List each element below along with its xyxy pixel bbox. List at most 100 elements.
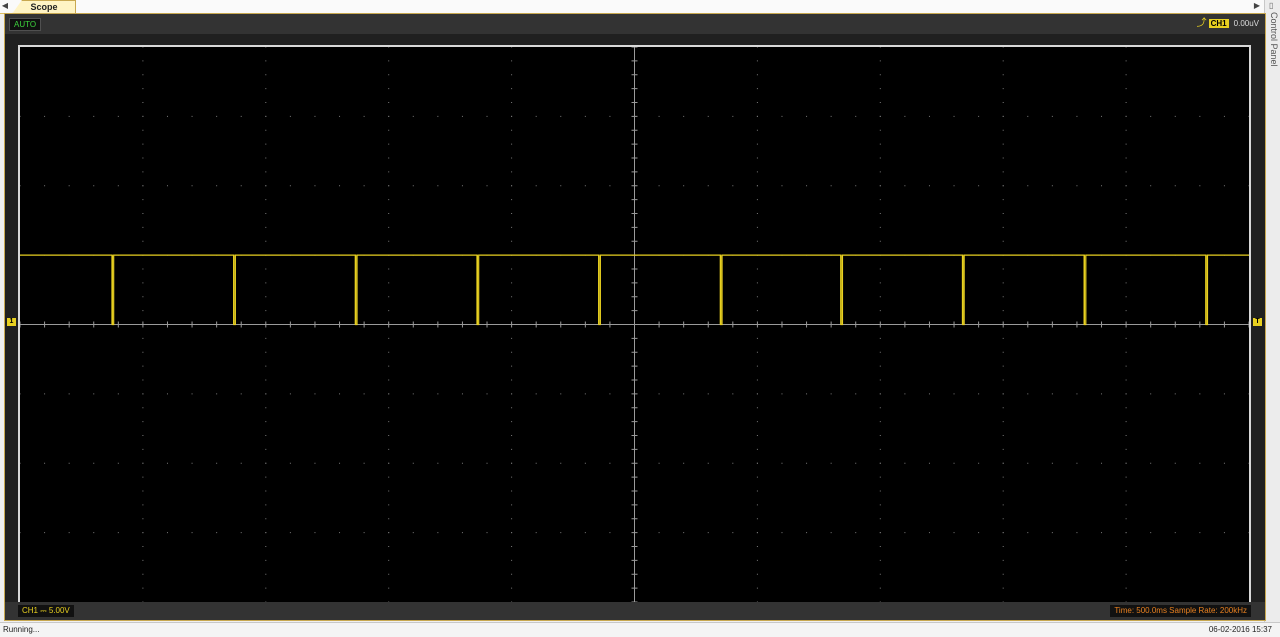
grid-dot [142, 587, 144, 589]
grid-dot [879, 365, 881, 367]
grid-dot [265, 407, 267, 409]
channel-1-marker[interactable]: 1 [7, 318, 16, 326]
grid-dot [1002, 310, 1004, 312]
grid-dot [978, 393, 980, 395]
grid-dot [117, 393, 119, 395]
grid-dot [879, 129, 881, 131]
grid-dot [388, 504, 390, 506]
grid-dot [806, 462, 808, 464]
trigger-level-marker[interactable]: T [1253, 318, 1262, 326]
grid-dot [1002, 240, 1004, 242]
grid-dot [486, 115, 488, 117]
grid-dot [732, 393, 734, 395]
grid-dot [265, 435, 267, 436]
timebase-readout[interactable]: Time: 500.0ms Sample Rate: 200kHz [1110, 605, 1251, 617]
grid-dot [1125, 504, 1127, 506]
grid-dot [511, 143, 513, 145]
control-panel-strip[interactable]: ▯ Control Panel [1264, 0, 1280, 622]
grid-dot [388, 129, 390, 131]
grid-dot [68, 393, 70, 395]
grid-dot [732, 532, 734, 534]
grid-dot [142, 435, 144, 436]
grid-dot [20, 185, 21, 187]
tab-scroll-right-icon[interactable]: ▶ [1252, 0, 1262, 12]
grid-dot [584, 185, 586, 187]
grid-dot [265, 476, 267, 478]
grid-dot [756, 476, 758, 478]
grid-dot [240, 115, 242, 117]
grid-dot [1101, 115, 1103, 117]
grid-dot [707, 185, 709, 187]
trigger-mode-badge[interactable]: AUTO [9, 18, 42, 31]
grid-dot [560, 185, 562, 187]
grid-dot [1248, 115, 1249, 117]
grid-dot [1125, 476, 1127, 478]
grid-dot [1223, 115, 1225, 117]
grid-dot [1150, 532, 1152, 534]
grid-dot [1150, 393, 1152, 395]
trigger-readout[interactable]: ⤴ CH1 0.00uV [1197, 18, 1259, 30]
grid-dot [142, 379, 144, 381]
grid-dot [289, 532, 291, 534]
grid-dot [388, 240, 390, 242]
grid-dot [339, 532, 341, 534]
grid-dot [117, 532, 119, 534]
grid-dot [1002, 435, 1004, 436]
grid-dot [879, 518, 881, 520]
grid-dot [1002, 129, 1004, 131]
grid-dot [142, 157, 144, 159]
channel-scale-readout[interactable]: CH1 ⎓ 5.00V [18, 605, 74, 617]
waveform-plot [20, 47, 1249, 602]
grid-dot [363, 462, 365, 464]
grid-dot [511, 282, 513, 284]
grid-dot [1125, 393, 1127, 395]
grid-dot [732, 462, 734, 464]
grid-dot [1248, 393, 1249, 395]
grid-dot [388, 532, 390, 534]
oscilloscope-screen[interactable] [18, 45, 1251, 604]
grid-dot [511, 129, 513, 131]
grid-dot [93, 185, 95, 187]
grid-dot [756, 296, 758, 298]
grid-dot [388, 365, 390, 367]
grid-dot [707, 532, 709, 534]
grid-dot [388, 88, 390, 90]
grid-dot [756, 213, 758, 214]
grid-dot [756, 157, 758, 159]
grid-dot [265, 60, 267, 62]
grid-dot [142, 47, 144, 48]
grid-dot [1125, 421, 1127, 423]
grid-dot [20, 532, 21, 534]
grid-dot [461, 115, 463, 117]
grid-dot [191, 393, 193, 395]
grid-dot [1002, 337, 1004, 339]
grid-dot [584, 462, 586, 464]
grid-dot [511, 421, 513, 423]
grid-dot [1002, 559, 1004, 561]
tab-scroll-left-icon[interactable]: ◀ [0, 0, 10, 12]
grid-dot [265, 282, 267, 284]
grid-dot [879, 296, 881, 298]
grid-dot [142, 213, 144, 214]
grid-dot [1002, 490, 1004, 492]
pin-icon[interactable]: ▯ [1269, 1, 1277, 10]
grid-dot [584, 393, 586, 395]
grid-dot [511, 157, 513, 159]
control-panel-label[interactable]: Control Panel [1269, 12, 1279, 67]
grid-dot [388, 559, 390, 561]
grid-dot [1125, 47, 1127, 48]
grid-dot [1199, 393, 1201, 395]
grid-dot [314, 393, 316, 395]
grid-dot [142, 171, 144, 173]
grid-dot [388, 213, 390, 214]
grid-dot [1002, 157, 1004, 159]
grid-dot [1002, 143, 1004, 145]
grid-dot [830, 462, 832, 464]
tab-scope[interactable]: Scope [12, 0, 76, 14]
scope-panel: AUTO ⤴ CH1 0.00uV 1 T CH1 ⎓ 5.00V Time: 50… [4, 13, 1266, 621]
grid-dot [117, 185, 119, 187]
grid-dot [806, 185, 808, 187]
grid-dot [806, 393, 808, 395]
grid-dot [289, 185, 291, 187]
grid-dot [879, 490, 881, 492]
